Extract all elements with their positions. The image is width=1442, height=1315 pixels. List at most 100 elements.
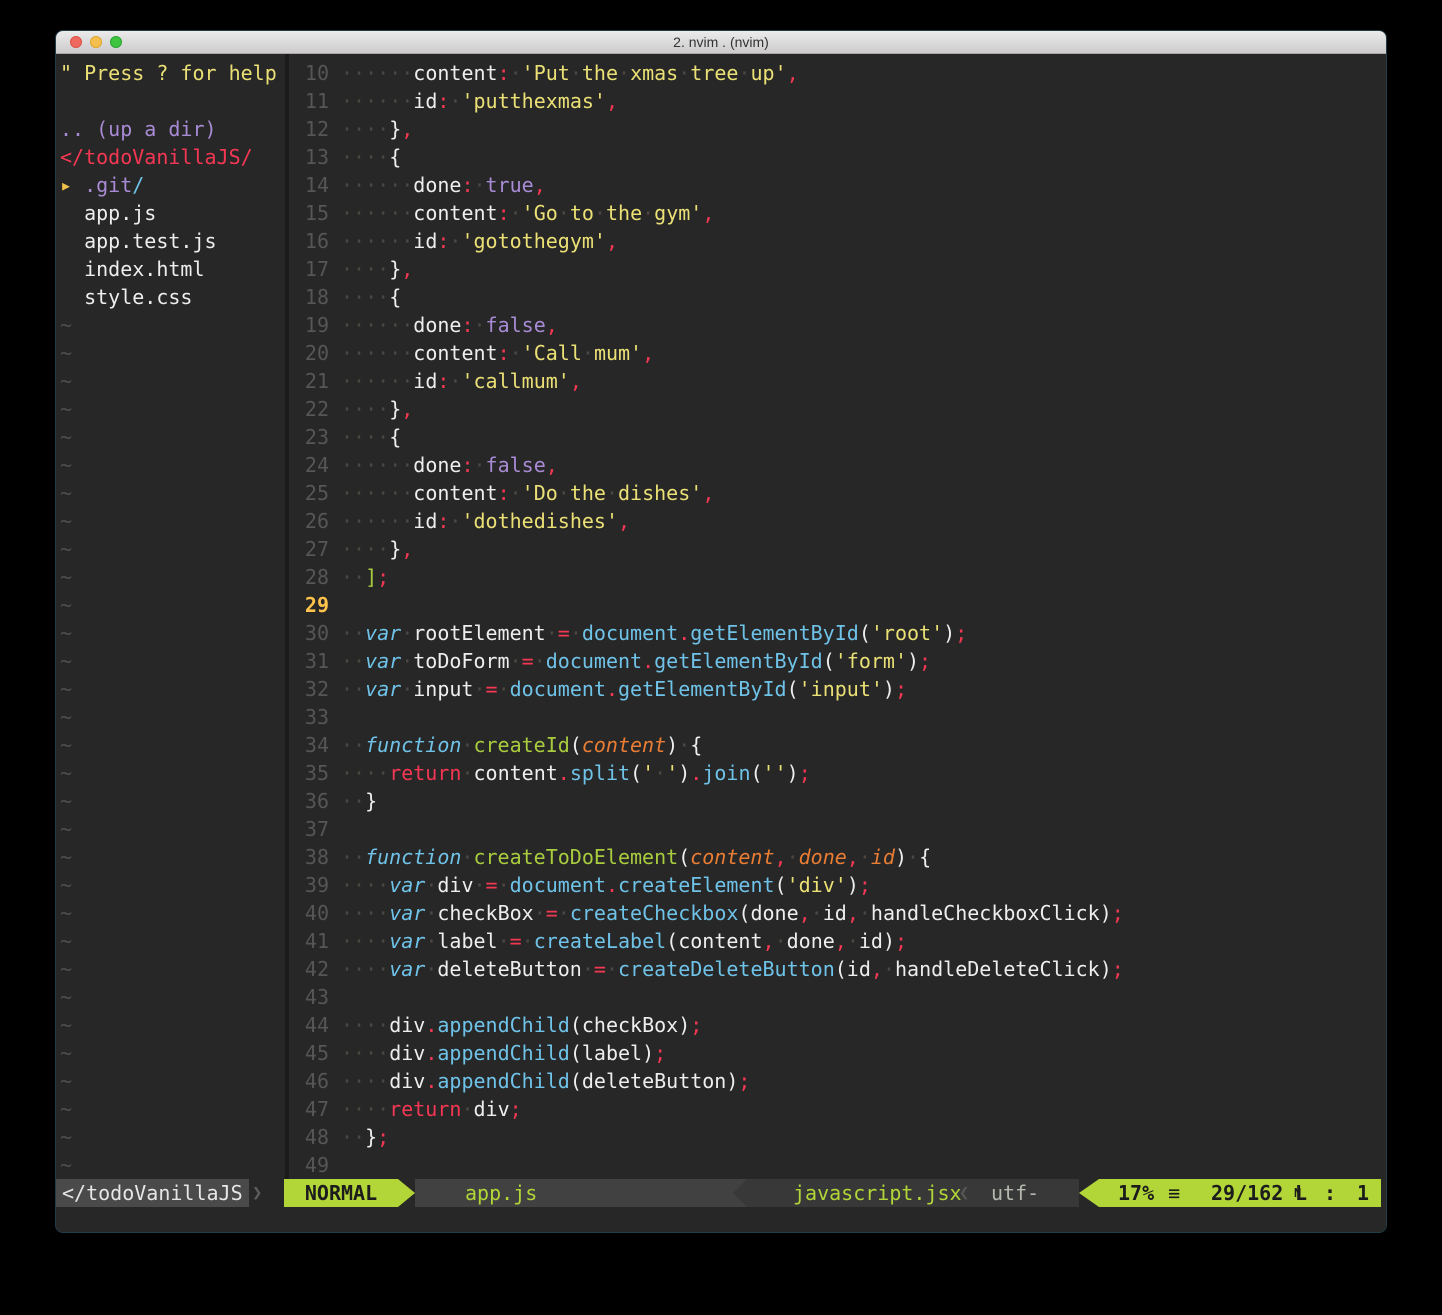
code-text: ····}, — [341, 255, 413, 283]
code-line-25[interactable]: 25 ······content:·'Do·the·dishes', — [289, 479, 1386, 507]
code-line-44[interactable]: 44····div.appendChild(checkBox); — [289, 1011, 1386, 1039]
code-text: ··var·input·=·document.getElementById('i… — [341, 675, 907, 703]
code-line-26[interactable]: 26 ······id:·'dothedishes', — [289, 507, 1386, 535]
empty-line-tilde: ~ — [60, 759, 284, 787]
code-text: ··function·createId(content)·{ — [341, 731, 702, 759]
empty-line-tilde: ~ — [60, 423, 284, 451]
code-line-46[interactable]: 46····div.appendChild(deleteButton); — [289, 1067, 1386, 1095]
line-number: 27 — [289, 535, 329, 563]
cursor-column-indicator: 1 — [1357, 1179, 1369, 1207]
code-line-35[interactable]: 35 ····return·content.split('·').join('')… — [289, 759, 1386, 787]
code-line-13[interactable]: 13····{ — [289, 143, 1386, 171]
mode-indicator: NORMAL — [284, 1179, 398, 1207]
line-number: 40 — [289, 899, 329, 927]
empty-line-tilde: ~ — [60, 899, 284, 927]
statusline-position: 17% ≡ 29/162 LN : 1 — [1099, 1179, 1381, 1207]
editor-panel[interactable]: 10······content:·'Put·the·xmas·tree·up',… — [289, 59, 1386, 1179]
code-text: ····return·content.split('·').join(''); — [341, 759, 811, 787]
filetype-label: javascript.jsx — [793, 1179, 962, 1207]
statusline-meta: javascript.jsx ❮ utf-8[unix] — [747, 1179, 1079, 1207]
code-line-36[interactable]: 36··} — [289, 787, 1386, 815]
empty-line-tilde: ~ — [60, 367, 284, 395]
line-number: 21 — [289, 367, 329, 395]
line-number: 10 — [289, 59, 329, 87]
command-line[interactable] — [56, 1207, 1386, 1233]
code-line-12[interactable]: 12····}, — [289, 115, 1386, 143]
code-line-37[interactable]: 37 — [289, 815, 1386, 843]
code-text: ····var·div·=·document.createElement('di… — [341, 871, 871, 899]
statusline: </todoVanillaJS ❯ NORMAL app.js javascri… — [56, 1179, 1386, 1207]
line-number: 28 — [289, 563, 329, 591]
empty-line-tilde: ~ — [60, 815, 284, 843]
code-line-33[interactable]: 33 — [289, 703, 1386, 731]
code-line-31[interactable]: 31··var·toDoForm·=·document.getElementBy… — [289, 647, 1386, 675]
code-line-29[interactable]: 29 — [289, 591, 1386, 619]
code-line-40[interactable]: 40····var·checkBox·=·createCheckbox(done… — [289, 899, 1386, 927]
code-line-21[interactable]: 21······id:·'callmum', — [289, 367, 1386, 395]
tree-file-app-js[interactable]: app.js — [60, 199, 284, 227]
code-text: ······id:·'dothedishes', — [341, 507, 630, 535]
empty-line-tilde: ~ — [60, 1067, 284, 1095]
code-line-27[interactable]: 27 ····}, — [289, 535, 1386, 563]
code-line-49[interactable]: 49 — [289, 1151, 1386, 1179]
empty-line-tilde: ~ — [60, 311, 284, 339]
code-text: ··]; — [341, 563, 389, 591]
code-line-38[interactable]: 38··function·createToDoElement(content,·… — [289, 843, 1386, 871]
code-text: ······content:·'Do·the·dishes', — [341, 479, 714, 507]
code-line-17[interactable]: 17····}, — [289, 255, 1386, 283]
code-line-32[interactable]: 32 ··var·input·=·document.getElementById(… — [289, 675, 1386, 703]
code-text: ····}, — [341, 535, 413, 563]
code-text: ····div.appendChild(label); — [341, 1039, 666, 1067]
code-line-42[interactable]: 42····var·deleteButton·=·createDeleteBut… — [289, 955, 1386, 983]
empty-line-tilde: ~ — [60, 619, 284, 647]
empty-line-tilde: ~ — [60, 647, 284, 675]
nerdtree-panel[interactable]: " Press ? for help.. (up a dir)</todoVan… — [60, 59, 284, 1179]
code-line-15[interactable]: 15······content:·'Go·to·the·gym', — [289, 199, 1386, 227]
code-line-39[interactable]: 39····var·div·=·document.createElement('… — [289, 871, 1386, 899]
tree-file-index-html[interactable]: index.html — [60, 255, 284, 283]
tree-root[interactable]: </todoVanillaJS/ — [60, 143, 284, 171]
code-line-48[interactable]: 48··}; — [289, 1123, 1386, 1151]
code-line-22[interactable]: 22····}, — [289, 395, 1386, 423]
code-line-43[interactable]: 43 — [289, 983, 1386, 1011]
code-text: ······content:·'Call·mum', — [341, 339, 654, 367]
code-text: ··} — [341, 787, 377, 815]
line-number: 46 — [289, 1067, 329, 1095]
line-number: 26 — [289, 507, 329, 535]
line-number: 12 — [289, 115, 329, 143]
code-line-11[interactable]: 11······id:·'putthexmas', — [289, 87, 1386, 115]
statusline-filename: app.js — [415, 1179, 747, 1207]
line-number: 25 — [289, 479, 329, 507]
code-line-19[interactable]: 19······done:·false, — [289, 311, 1386, 339]
code-line-47[interactable]: 47····return·div; — [289, 1095, 1386, 1123]
tree-dir-git[interactable]: ▸ .git/ — [60, 171, 284, 199]
chevron-right-icon: ❯ — [252, 1179, 262, 1207]
line-number: 35 — [289, 759, 329, 787]
code-line-18[interactable]: 18····{ — [289, 283, 1386, 311]
empty-line-tilde: ~ — [60, 731, 284, 759]
code-line-41[interactable]: 41····var·label·=·createLabel(content,·d… — [289, 927, 1386, 955]
empty-line-tilde: ~ — [60, 955, 284, 983]
code-line-16[interactable]: 16······id:·'gotothegym', — [289, 227, 1386, 255]
code-line-23[interactable]: 23····{ — [289, 423, 1386, 451]
code-line-14[interactable]: 14······done:·true, — [289, 171, 1386, 199]
code-line-34[interactable]: 34··function·createId(content)·{ — [289, 731, 1386, 759]
tree-file-app-test-js[interactable]: app.test.js — [60, 227, 284, 255]
line-number: 41 — [289, 927, 329, 955]
code-line-28[interactable]: 28 ··]; — [289, 563, 1386, 591]
code-text: ··}; — [341, 1123, 389, 1151]
code-text: ····}, — [341, 395, 413, 423]
empty-line-tilde: ~ — [60, 843, 284, 871]
titlebar[interactable]: 2. nvim . (nvim) — [56, 31, 1386, 54]
tree-file-style-css[interactable]: style.css — [60, 283, 284, 311]
code-line-45[interactable]: 45····div.appendChild(label); — [289, 1039, 1386, 1067]
empty-line-tilde: ~ — [60, 507, 284, 535]
position-colon: : — [1324, 1179, 1336, 1207]
code-line-24[interactable]: 24······done:·false, — [289, 451, 1386, 479]
line-number: 32 — [289, 675, 329, 703]
code-text: ······done:·true, — [341, 171, 546, 199]
code-line-30[interactable]: 30··var·rootElement·=·document.getElemen… — [289, 619, 1386, 647]
code-line-20[interactable]: 20······content:·'Call·mum', — [289, 339, 1386, 367]
tree-up-dir[interactable]: .. (up a dir) — [60, 115, 284, 143]
code-line-10[interactable]: 10······content:·'Put·the·xmas·tree·up', — [289, 59, 1386, 87]
